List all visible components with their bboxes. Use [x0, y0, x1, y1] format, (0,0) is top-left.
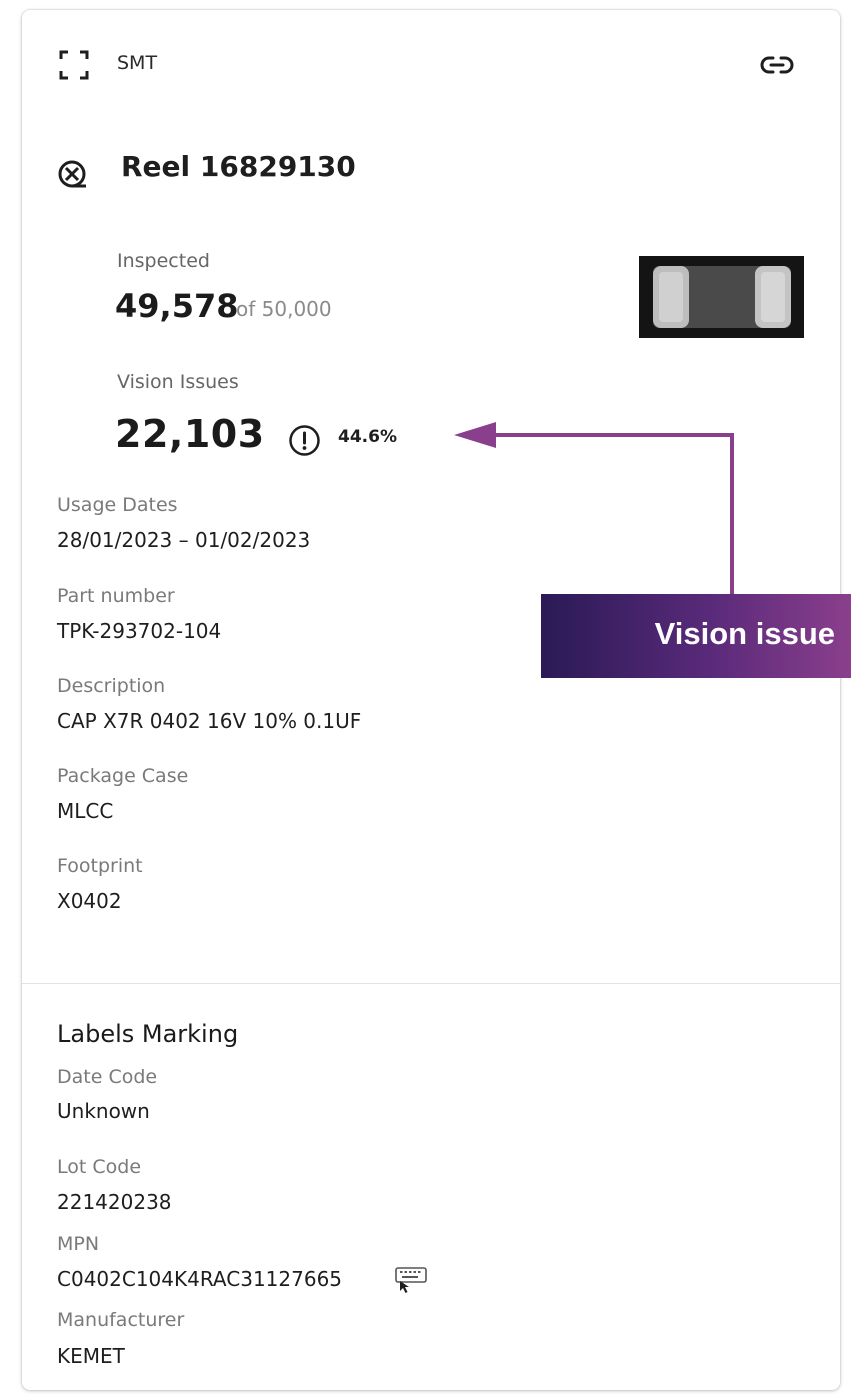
inspected-value: 49,578 [115, 287, 239, 325]
description-value: CAP X7R 0402 16V 10% 0.1UF [57, 709, 362, 733]
package-case-value: MLCC [57, 799, 114, 823]
lot-code-label: Lot Code [57, 1156, 142, 1178]
part-number-label: Part number [57, 585, 175, 607]
section-divider [22, 983, 840, 984]
callout-arrow [454, 422, 734, 598]
inspected-label: Inspected [117, 250, 210, 272]
description-label: Description [57, 675, 166, 697]
footprint-label: Footprint [57, 855, 143, 877]
usage-dates-label: Usage Dates [57, 494, 178, 516]
labels-marking-title: Labels Marking [57, 1020, 239, 1048]
part-number-value: TPK-293702-104 [57, 619, 222, 643]
mpn-value: C0402C104K4RAC31127665 [57, 1267, 343, 1291]
usage-dates-value: 28/01/2023 – 01/02/2023 [57, 528, 311, 552]
date-code-label: Date Code [57, 1066, 158, 1088]
component-image [639, 256, 804, 338]
inspected-total: of 50,000 [236, 297, 332, 321]
scan-frame-icon [59, 50, 89, 80]
vision-issues-value: 22,103 [115, 412, 265, 456]
vision-issues-percent: 44.6% [338, 427, 397, 447]
vision-issue-callout: Vision issue [541, 594, 851, 678]
alert-circle-icon [289, 425, 320, 456]
manufacturer-label: Manufacturer [57, 1309, 185, 1331]
manufacturer-value: KEMET [57, 1344, 125, 1368]
reel-title: Reel 16829130 [121, 150, 356, 183]
reel-icon [58, 160, 86, 188]
page: SMT Reel 16829130 Inspected 49,578 of 50… [0, 0, 851, 1398]
category-label: SMT [117, 52, 158, 74]
footprint-value: X0402 [57, 889, 122, 913]
date-code-value: Unknown [57, 1099, 150, 1123]
callout-label: Vision issue [654, 616, 835, 651]
link-icon[interactable] [760, 55, 794, 75]
reel-detail-card [22, 10, 840, 1390]
mpn-label: MPN [57, 1233, 100, 1255]
vision-issues-label: Vision Issues [117, 371, 239, 393]
package-case-label: Package Case [57, 765, 189, 787]
keyboard-icon[interactable] [394, 1266, 428, 1294]
lot-code-value: 221420238 [57, 1190, 172, 1214]
